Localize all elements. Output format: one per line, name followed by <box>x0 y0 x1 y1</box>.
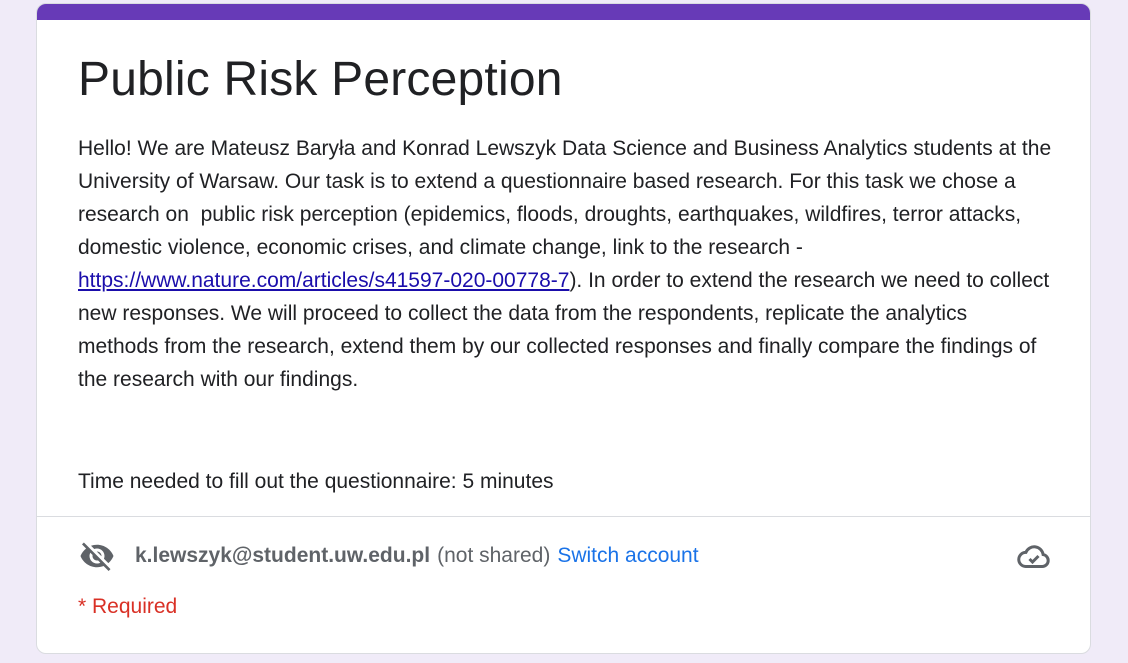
time-needed-note: Time needed to fill out the questionnair… <box>78 470 554 493</box>
not-shared-label: (not shared) <box>437 544 551 567</box>
eye-off-icon <box>78 537 116 575</box>
description-text-1: Hello! We are Mateusz Baryła and Konrad … <box>78 137 1057 259</box>
switch-account-link[interactable]: Switch account <box>557 544 698 568</box>
account-row: k.lewszyk@student.uw.edu.pl (not shared)… <box>78 534 1053 578</box>
form-title: Public Risk Perception <box>78 53 563 106</box>
divider <box>37 516 1090 517</box>
form-header-card: Public Risk Perception Hello! We are Mat… <box>36 3 1091 654</box>
accent-bar <box>37 4 1090 20</box>
required-note: * Required <box>78 595 178 618</box>
form-description: Hello! We are Mateusz Baryła and Konrad … <box>78 132 1053 396</box>
cloud-check-icon <box>1015 537 1053 575</box>
research-link[interactable]: https://www.nature.com/articles/s41597-0… <box>78 269 569 292</box>
account-email: k.lewszyk@student.uw.edu.pl <box>135 544 431 567</box>
